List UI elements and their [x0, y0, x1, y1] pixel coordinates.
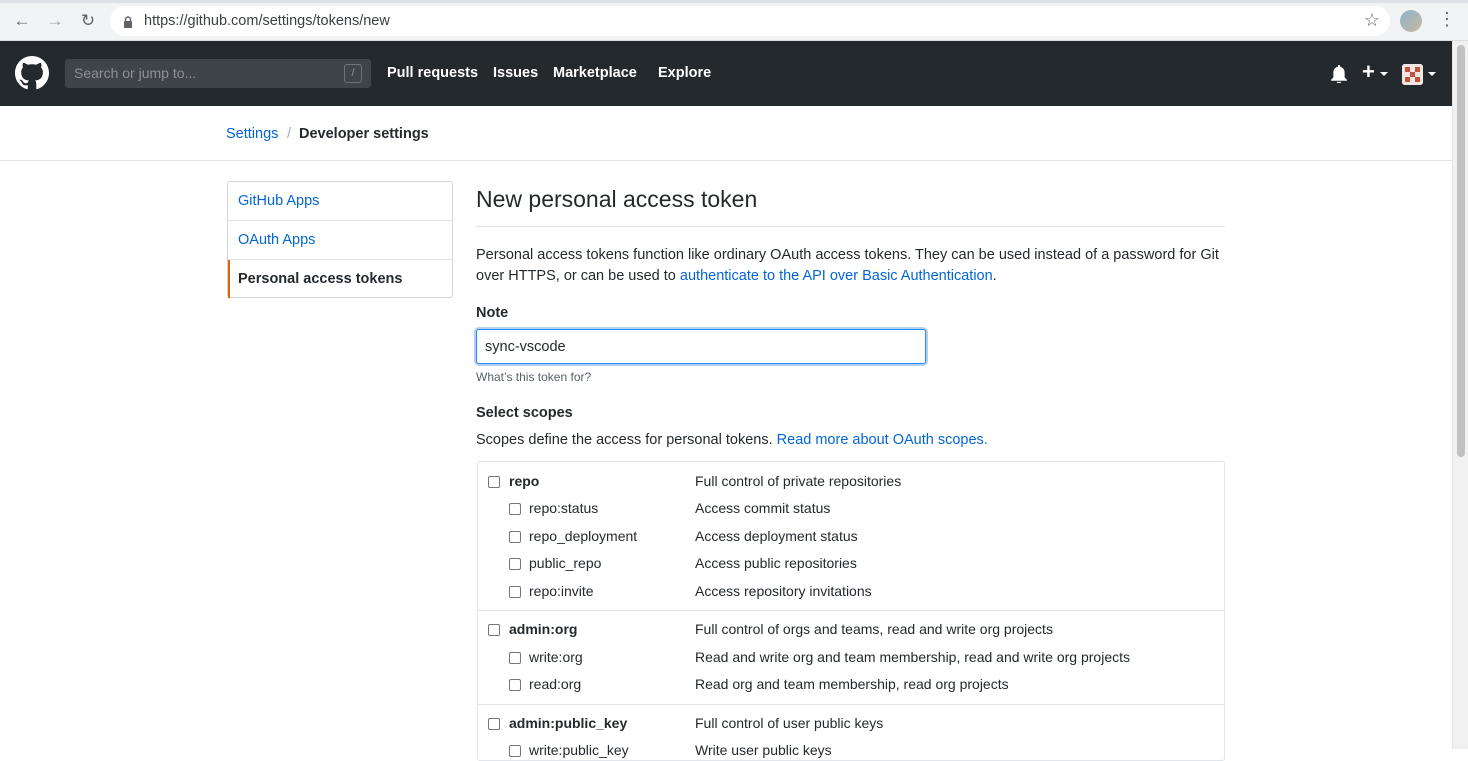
nav-issues[interactable]: Issues — [493, 65, 538, 81]
scope-name: repo:invite — [529, 583, 594, 599]
scope-row-admin-org: admin:org Full control of orgs and teams… — [478, 621, 1224, 641]
browser-profile-avatar[interactable] — [1400, 10, 1422, 32]
lock-icon — [122, 15, 134, 28]
note-hint: What’s this token for? — [476, 370, 592, 384]
nav-marketplace[interactable]: Marketplace — [553, 65, 637, 81]
basic-auth-link[interactable]: authenticate to the API over Basic Authe… — [680, 268, 993, 284]
scope-checkbox-admin-org[interactable] — [488, 624, 500, 636]
nav-pull-requests[interactable]: Pull requests — [387, 65, 478, 81]
sidebar-item-oauth-apps[interactable]: OAuth Apps — [228, 221, 452, 260]
chevron-down-icon[interactable] — [1428, 72, 1436, 76]
search-shortcut-hint: / — [344, 64, 362, 83]
scope-description: Full control of user public keys — [695, 715, 884, 731]
scope-row-repo-status: repo:status Access commit status — [478, 500, 1224, 520]
page-title: New personal access token — [476, 186, 758, 212]
select-scopes-heading: Select scopes — [476, 405, 573, 421]
browser-toolbar: ← → ↻ https://github.com/settings/tokens… — [0, 0, 1468, 41]
user-avatar[interactable] — [1402, 64, 1423, 85]
reload-icon[interactable]: ↻ — [77, 10, 99, 32]
scope-description: Read and write org and team membership, … — [695, 649, 1130, 665]
scope-name: admin:public_key — [509, 715, 628, 731]
scope-row-write-public-key: write:public_key Write user public keys — [478, 742, 1224, 760]
breadcrumb-settings-link[interactable]: Settings — [226, 126, 278, 142]
description-end: . — [992, 268, 997, 284]
scope-name: write:public_key — [529, 742, 629, 758]
scope-description: Access repository invitations — [695, 583, 872, 599]
scope-group-admin-org: admin:org Full control of orgs and teams… — [478, 611, 1224, 705]
sidebar-item-github-apps[interactable]: GitHub Apps — [228, 182, 452, 221]
scope-checkbox-repo[interactable] — [488, 476, 500, 488]
create-new-plus-icon[interactable]: + — [1362, 59, 1375, 85]
scope-checkbox-write-public-key[interactable] — [509, 745, 521, 757]
note-input[interactable] — [476, 329, 926, 364]
tab-strip — [0, 0, 1468, 3]
scope-description: Access commit status — [695, 500, 831, 516]
scrollbar-thumb[interactable] — [1457, 45, 1465, 457]
scope-checkbox-read-org[interactable] — [509, 679, 521, 691]
scope-name: repo — [509, 473, 540, 489]
search-placeholder: Search or jump to... — [74, 65, 197, 81]
scope-name: repo_deployment — [529, 528, 638, 544]
scope-checkbox-admin-public-key[interactable] — [488, 718, 500, 730]
search-input[interactable]: Search or jump to... / — [65, 59, 371, 88]
scope-row-repo-deployment: repo_deployment Access deployment status — [478, 528, 1224, 548]
scopes-list: repo Full control of private repositorie… — [477, 461, 1225, 761]
scope-group-admin-public-key: admin:public_key Full control of user pu… — [478, 705, 1224, 760]
scope-name: admin:org — [509, 621, 578, 637]
github-header: Search or jump to... / Pull requests Iss… — [0, 41, 1452, 106]
notifications-bell-icon[interactable] — [1331, 65, 1347, 83]
scope-description: Read org and team membership, read org p… — [695, 676, 1009, 692]
scope-group-repo: repo Full control of private repositorie… — [478, 462, 1224, 611]
scope-checkbox-repo-deployment[interactable] — [509, 531, 521, 543]
scopes-description: Scopes define the access for personal to… — [476, 432, 988, 448]
breadcrumb: Settings / Developer settings — [0, 106, 1452, 161]
scope-name: read:org — [529, 676, 582, 692]
page-scrollbar[interactable] — [1452, 41, 1468, 749]
scope-name: repo:status — [529, 500, 599, 516]
scope-row-repo: repo Full control of private repositorie… — [478, 473, 1224, 493]
scope-description: Full control of orgs and teams, read and… — [695, 621, 1053, 637]
sidebar-item-personal-access-tokens[interactable]: Personal access tokens — [228, 260, 452, 298]
scopes-description-text: Scopes define the access for personal to… — [476, 432, 777, 448]
scope-name: write:org — [529, 649, 583, 665]
scope-checkbox-repo-status[interactable] — [509, 503, 521, 515]
browser-menu-icon[interactable]: ⋮ — [1438, 9, 1456, 30]
scope-checkbox-write-org[interactable] — [509, 652, 521, 664]
scope-row-repo-invite: repo:invite Access repository invitation… — [478, 583, 1224, 603]
scope-row-write-org: write:org Read and write org and team me… — [478, 649, 1224, 669]
oauth-scopes-link[interactable]: Read more about OAuth scopes. — [777, 432, 988, 448]
bookmark-star-icon[interactable]: ☆ — [1364, 10, 1380, 31]
github-logo-icon[interactable] — [15, 56, 49, 90]
address-bar[interactable]: https://github.com/settings/tokens/new ☆ — [110, 6, 1390, 36]
scope-row-public-repo: public_repo Access public repositories — [478, 555, 1224, 575]
scope-description: Write user public keys — [695, 742, 832, 758]
chevron-down-icon[interactable] — [1380, 72, 1388, 76]
scope-description: Access deployment status — [695, 528, 858, 544]
scope-name: public_repo — [529, 555, 602, 571]
nav-explore[interactable]: Explore — [658, 65, 711, 81]
note-label: Note — [476, 305, 509, 321]
page-description: Personal access tokens function like ord… — [476, 245, 1226, 287]
forward-icon[interactable]: → — [44, 10, 66, 32]
scope-description: Access public repositories — [695, 555, 857, 571]
scope-checkbox-repo-invite[interactable] — [509, 586, 521, 598]
url-text: https://github.com/settings/tokens/new — [144, 13, 390, 29]
title-divider — [476, 226, 1225, 227]
breadcrumb-current: Developer settings — [299, 126, 429, 142]
scope-row-admin-public-key: admin:public_key Full control of user pu… — [478, 715, 1224, 735]
settings-sidebar: GitHub Apps OAuth Apps Personal access t… — [227, 181, 453, 298]
scope-row-read-org: read:org Read org and team membership, r… — [478, 676, 1224, 696]
scope-description: Full control of private repositories — [695, 473, 902, 489]
scope-checkbox-public-repo[interactable] — [509, 558, 521, 570]
breadcrumb-separator: / — [287, 126, 292, 142]
back-icon[interactable]: ← — [11, 10, 33, 32]
